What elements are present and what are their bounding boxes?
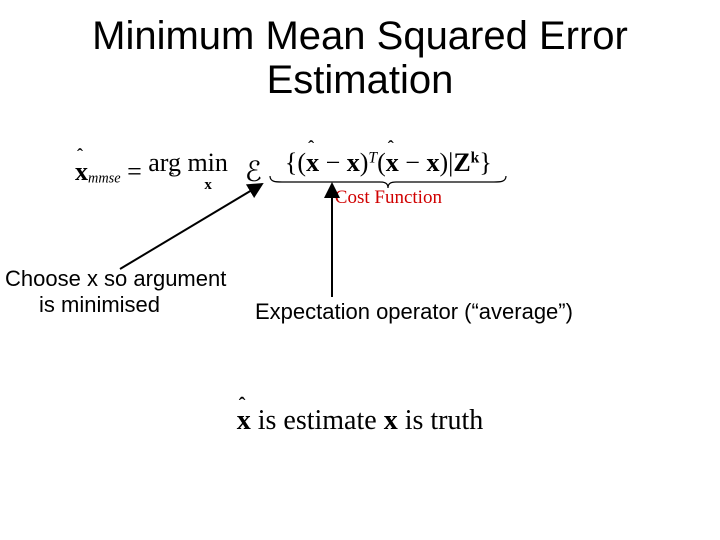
bottom-definition: ˆ x is estimate x is truth xyxy=(0,405,720,437)
hat-icon: ˆ xyxy=(239,394,246,417)
is-truth-text: is truth xyxy=(405,405,484,436)
argmin-caption: Choose x so argument is minimised xyxy=(5,266,226,319)
argmin-caption-line-1: Choose x so argument xyxy=(5,266,226,291)
slide: Minimum Mean Squared Error Estimation ˆ … xyxy=(0,0,720,540)
argmin-caption-line-2: is minimised xyxy=(5,292,160,318)
is-estimate-text: is estimate xyxy=(258,405,384,436)
x-symbol: x xyxy=(384,405,398,436)
xhat-estimate: ˆ x xyxy=(237,405,251,437)
expectation-caption: Expectation operator (“average”) xyxy=(255,299,573,325)
